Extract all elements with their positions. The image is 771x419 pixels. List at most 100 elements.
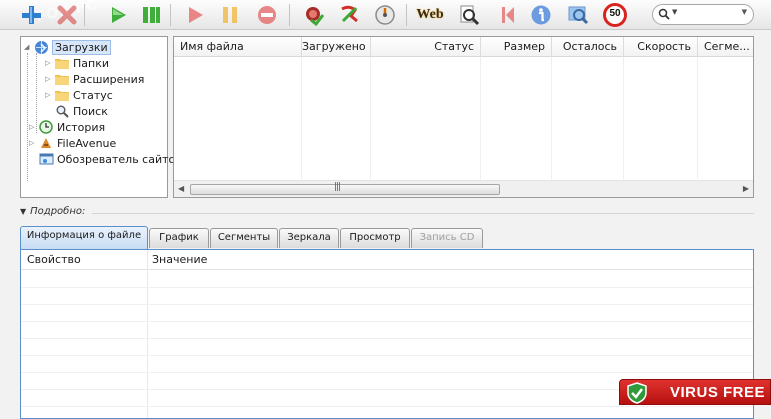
details-title: Подробно: [30, 206, 86, 217]
expand-arrow-icon[interactable]: ▷ [45, 75, 54, 83]
tab-mirrors[interactable]: Зеркала [279, 228, 339, 248]
category-tree: ◢ Загрузки ▷ Папки ▷ Расширения ▷ Статус… [20, 36, 182, 198]
column-header-filename[interactable]: Имя файла [174, 37, 302, 57]
column-header-value[interactable]: Значение [152, 250, 207, 270]
expand-arrow-icon[interactable]: ▷ [29, 139, 38, 147]
start-all-button[interactable] [138, 2, 164, 28]
start-button[interactable] [105, 2, 131, 28]
stop-button[interactable] [254, 2, 280, 28]
tab-preview[interactable]: Просмотр [340, 228, 410, 248]
column-header-downloaded[interactable]: Загружено [302, 37, 371, 57]
pause-button[interactable] [217, 2, 243, 28]
badge-text: VIRUS FREE [670, 384, 766, 401]
search-icon [568, 6, 589, 25]
clock-icon [38, 120, 54, 134]
find-icon [460, 5, 480, 26]
tree-item-history[interactable]: ▷ История [29, 119, 105, 135]
tree-item-extensions[interactable]: ▷ Расширения [45, 71, 144, 87]
virus-free-badge: VIRUS FREE [619, 379, 771, 405]
search-files-button[interactable] [565, 2, 591, 28]
tab-file-info[interactable]: Информация о файле [20, 226, 148, 249]
property-row [21, 305, 753, 322]
search-input[interactable] [681, 7, 737, 22]
details-header[interactable]: ▼ Подробно: [20, 206, 85, 217]
expand-arrow-icon[interactable]: ▷ [29, 123, 38, 131]
find-button[interactable] [456, 2, 482, 28]
column-header-speed[interactable]: Скорость [624, 37, 698, 57]
downloads-globe-icon [33, 40, 49, 54]
tree-item-label: Загрузки [52, 39, 111, 55]
tree-item-search[interactable]: Поиск [54, 103, 108, 119]
web-button[interactable]: Web [416, 2, 444, 28]
magnifier-icon [658, 8, 670, 20]
search-box[interactable]: ▼ ▼ [652, 4, 754, 25]
properties-header: Свойство Значение [21, 250, 753, 270]
pause-icon [223, 7, 237, 23]
search-dropdown-icon[interactable]: ▼ [742, 8, 747, 16]
resume-icon [189, 7, 203, 23]
schedule-start-icon [306, 7, 325, 26]
property-row [21, 271, 753, 288]
tab-segments[interactable]: Сегменты [210, 228, 278, 248]
column-header-segments[interactable]: Сегме... [698, 37, 753, 57]
scroll-right-arrow-icon[interactable]: ▶ [743, 184, 749, 193]
folder-icon [54, 88, 70, 102]
tree-item-label: FileAvenue [57, 136, 117, 150]
speed-limit-button[interactable]: 50 [602, 2, 628, 28]
tree-item-folders[interactable]: ▷ Папки [45, 55, 109, 71]
schedule-stop-icon [341, 5, 358, 23]
schedule-stop-button[interactable] [336, 2, 362, 28]
property-row [21, 339, 753, 356]
main-toolbar: FOR PC Web 50 ▼ ▼ [0, 0, 771, 30]
bookmark-button[interactable] [494, 2, 520, 28]
info-button[interactable] [528, 2, 554, 28]
panel-splitter[interactable] [0, 201, 771, 205]
info-icon [531, 5, 551, 25]
start-icon [112, 7, 126, 23]
tree-item-label: Обозреватель сайтов [57, 152, 182, 166]
tree-item-label: Статус [73, 88, 113, 102]
tree-item-label: Папки [73, 56, 109, 70]
schedule-start-button[interactable] [301, 2, 327, 28]
scroll-left-arrow-icon[interactable]: ◀ [178, 184, 184, 193]
horizontal-scrollbar[interactable]: ◀ ||| ▶ [174, 180, 753, 197]
collapse-arrow-icon[interactable]: ◢ [24, 43, 33, 51]
add-download-button[interactable] [18, 2, 44, 28]
column-header-size[interactable]: Размер [481, 37, 552, 57]
tree-item-label: История [57, 120, 106, 134]
list-header: Имя файла Загружено Статус Размер Остало… [174, 37, 753, 57]
tab-graph[interactable]: График [149, 228, 209, 248]
search-scope-arrow-icon[interactable]: ▼ [672, 8, 677, 16]
tree-item-label: Поиск [73, 104, 108, 118]
speed-icon [375, 5, 395, 25]
bookmark-icon [502, 7, 514, 23]
web-icon: Web [416, 7, 444, 22]
folder-icon [54, 72, 70, 86]
folder-icon [54, 56, 70, 70]
stop-icon [258, 6, 276, 24]
tree-item-label: Расширения [73, 72, 145, 86]
site-explorer-icon [38, 152, 54, 166]
start-all-icon [143, 7, 160, 23]
property-row [21, 322, 753, 339]
property-row [21, 356, 753, 373]
column-header-remaining[interactable]: Осталось [552, 37, 624, 57]
fileavenue-icon [38, 136, 54, 150]
tree-item-fileavenue[interactable]: ▷ FileAvenue [29, 135, 116, 151]
resume-button[interactable] [182, 2, 208, 28]
column-header-property[interactable]: Свойство [27, 250, 81, 270]
delete-icon [57, 5, 77, 25]
scrollbar-thumb[interactable]: ||| [190, 182, 500, 195]
speed-limit-value: 50 [609, 8, 621, 19]
expand-arrow-icon[interactable]: ▷ [45, 91, 54, 99]
tree-item-status[interactable]: ▷ Статус [45, 87, 113, 103]
collapse-triangle-icon[interactable]: ▼ [20, 207, 26, 216]
search-icon [54, 104, 70, 118]
column-header-status[interactable]: Статус [371, 37, 481, 57]
speed-button[interactable] [372, 2, 398, 28]
tree-item-site-explorer[interactable]: Обозреватель сайтов [38, 151, 182, 167]
delete-button[interactable] [54, 2, 80, 28]
expand-arrow-icon[interactable]: ▷ [45, 59, 54, 67]
tree-item-downloads[interactable]: ◢ Загрузки [24, 39, 111, 55]
downloads-list[interactable]: Имя файла Загружено Статус Размер Остало… [173, 36, 754, 198]
